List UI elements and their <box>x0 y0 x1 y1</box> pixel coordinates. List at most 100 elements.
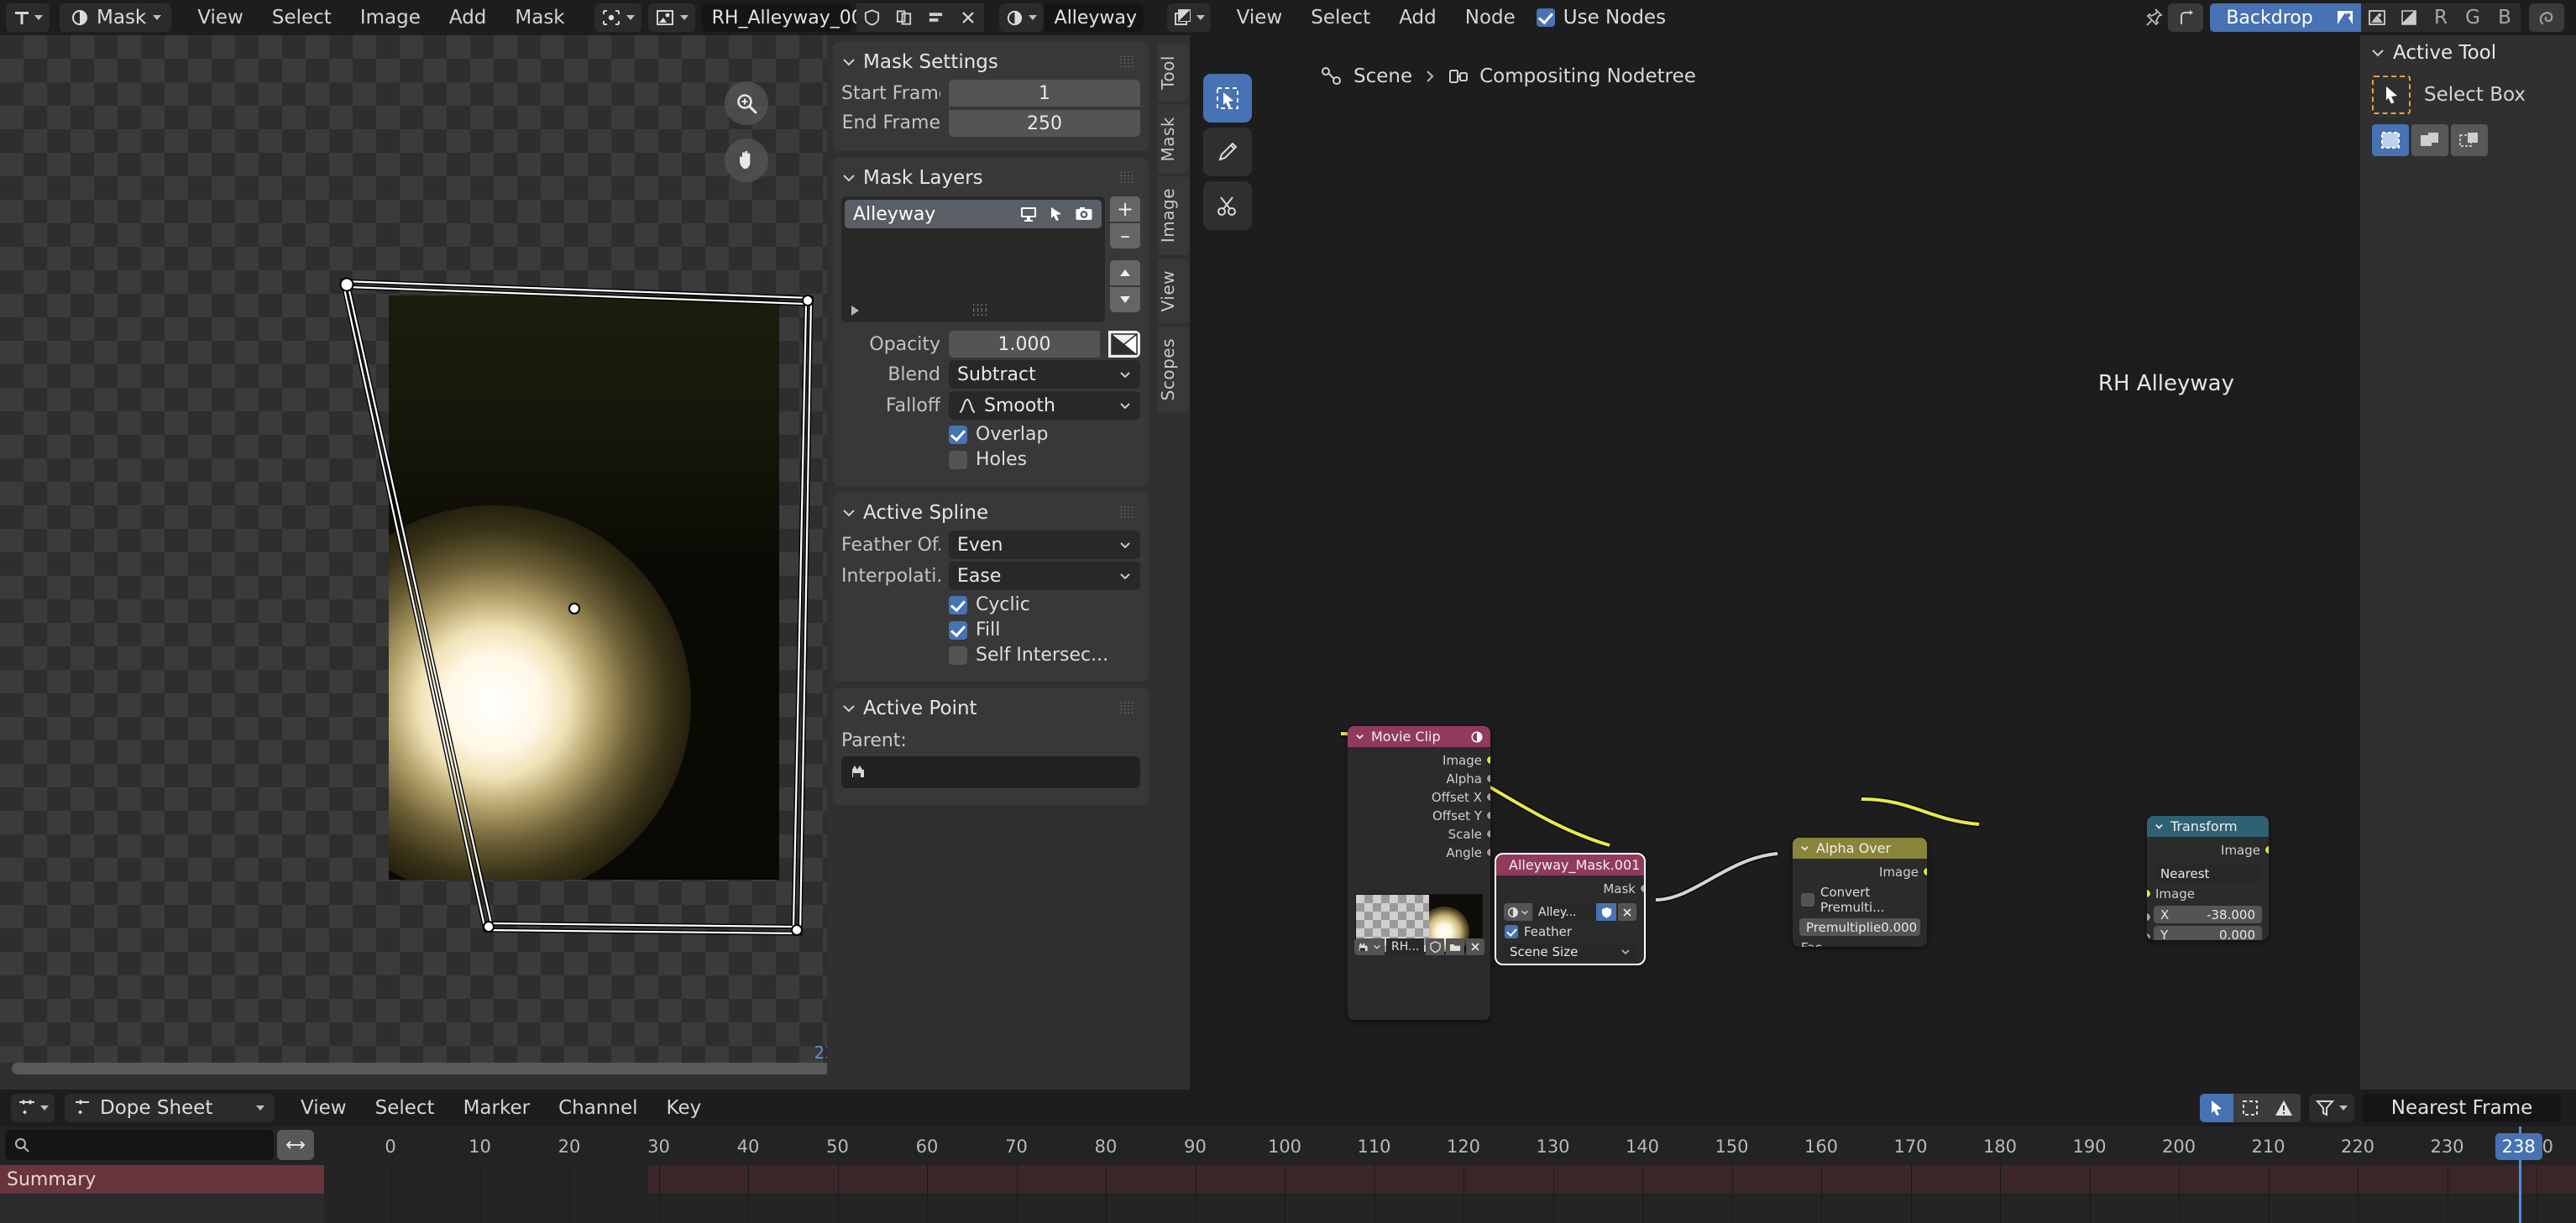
backdrop-color-alpha-button[interactable] <box>2329 3 2361 32</box>
animate-opacity-icon[interactable] <box>1108 331 1140 358</box>
socket-image-out[interactable]: Image <box>2147 841 2269 860</box>
close-icon[interactable] <box>1618 903 1636 921</box>
socket-scale-out[interactable]: Scale <box>1348 825 1490 844</box>
dope-menu-marker[interactable]: Marker <box>449 1090 545 1126</box>
select-extend-icon[interactable] <box>2411 124 2448 156</box>
channel-summary[interactable]: Summary <box>0 1165 324 1194</box>
node-movie-clip[interactable]: Movie Clip Image Alpha Offset X Offset Y… <box>1348 726 1490 1020</box>
opacity-field[interactable]: 1.000 <box>949 331 1100 358</box>
convert-premul-checkbox[interactable] <box>1801 893 1814 907</box>
backdrop-b-button[interactable]: B <box>2489 3 2521 32</box>
pan-gizmo[interactable] <box>725 139 768 182</box>
keyframe-grid[interactable] <box>324 1165 2576 1223</box>
overlap-checkbox[interactable] <box>949 425 967 444</box>
transform-y-row[interactable]: Y 0.000 <box>2147 926 2269 940</box>
timeline-ruler[interactable]: 0 10 20 30 40 50 60 70 80 90 100 110 120 130 140 150 160… <box>0 1126 2576 1165</box>
backdrop-g-button[interactable]: G <box>2457 3 2489 32</box>
fill-control[interactable]: Fill <box>841 619 1140 640</box>
socket-alpha-out[interactable]: Alpha <box>1348 770 1490 788</box>
tool-links-cut[interactable] <box>1203 181 1252 230</box>
list-item[interactable]: Alleyway <box>845 200 1102 228</box>
image-mask-editor[interactable]: 23 <box>0 35 827 1090</box>
parent-field[interactable] <box>841 756 1140 788</box>
snap-mode-field[interactable]: Nearest Frame <box>2363 1094 2561 1122</box>
feather-toggle[interactable]: Feather <box>1505 924 1636 939</box>
move-layer-down-button[interactable] <box>1110 287 1140 312</box>
select-set-icon[interactable] <box>2372 124 2409 156</box>
search-input[interactable] <box>5 1130 274 1160</box>
feather-checkbox[interactable] <box>1505 925 1518 938</box>
tab-tool[interactable]: Tool <box>1158 44 1190 102</box>
grip-dots[interactable]: ∷∷ ∷∷ <box>972 302 988 318</box>
mask-datablock-selector[interactable] <box>998 3 1043 32</box>
start-frame-field[interactable]: 1 <box>949 80 1140 107</box>
feather-offset-dropdown[interactable]: Even <box>949 530 1140 559</box>
mask-name[interactable]: Alley... <box>1534 903 1594 921</box>
panel-header-active-point[interactable]: Active Point ∷∷ ∷∷ <box>833 693 1149 724</box>
tool-annotate[interactable] <box>1203 128 1252 176</box>
unlink-icon[interactable] <box>920 3 952 32</box>
socket-offsetx-out[interactable]: Offset X <box>1348 788 1490 807</box>
cyclic-checkbox[interactable] <box>949 595 967 614</box>
convert-premul-toggle[interactable]: Convert Premulti... <box>1801 885 1919 915</box>
socket-image-out[interactable]: Image <box>1348 751 1490 770</box>
only-show-errors-icon[interactable] <box>2267 1094 2301 1122</box>
backdrop-button[interactable]: Backdrop <box>2210 3 2329 32</box>
tool-select-box[interactable] <box>1203 74 1252 123</box>
menu-mask[interactable]: Mask <box>500 0 579 35</box>
falloff-dropdown[interactable]: Smooth <box>949 391 1140 420</box>
horizontal-scrollbar[interactable] <box>0 1063 827 1074</box>
node-header[interactable]: Alleyway_Mask.001 <box>1496 855 1644 875</box>
backdrop-r-button[interactable]: R <box>2425 3 2457 32</box>
node-transform[interactable]: Transform Image Nearest Image X -38.000 Y… <box>2147 816 2269 940</box>
clip-icon[interactable] <box>1354 938 1385 955</box>
editor-type-selector-compositor[interactable] <box>1166 3 1211 32</box>
pin-icon[interactable] <box>2138 3 2168 32</box>
menu-image[interactable]: Image <box>346 0 435 35</box>
snap-node-icon[interactable] <box>2529 3 2564 32</box>
add-layer-button[interactable]: + <box>1110 196 1140 222</box>
use-nodes-toggle[interactable]: Use Nodes <box>1536 7 1666 29</box>
mask-name-field[interactable]: Alleyway <box>1044 3 1144 32</box>
mask-icon[interactable] <box>1504 903 1532 921</box>
socket-angle-out[interactable]: Angle <box>1348 844 1490 862</box>
dope-sheet-editor[interactable]: Dope Sheet View Select Marker Channel Ke… <box>0 1090 2576 1223</box>
cyclic-control[interactable]: Cyclic <box>841 594 1140 615</box>
dope-menu-channel[interactable]: Channel <box>544 1090 652 1126</box>
fake-user-icon[interactable] <box>1426 938 1445 955</box>
active-tool-card[interactable]: Select Box <box>2360 71 2576 119</box>
socket-image-in[interactable]: Image <box>2147 885 2269 903</box>
fake-user-icon[interactable] <box>856 3 888 32</box>
zoom-gizmo[interactable] <box>725 81 768 125</box>
breadcrumb-nodetree[interactable]: Compositing Nodetree <box>1479 65 1696 87</box>
use-nodes-checkbox[interactable] <box>1536 8 1555 27</box>
size-source-dropdown[interactable]: Scene Size <box>1503 943 1637 960</box>
restrict-render-icon[interactable] <box>1075 206 1093 222</box>
filter-dropdown[interactable] <box>2309 1094 2354 1122</box>
clip-name[interactable]: RH... <box>1386 938 1425 955</box>
snap-dropdown[interactable] <box>647 3 695 32</box>
mask-mode-selector[interactable]: Mask <box>60 3 172 32</box>
panel-header-active-spline[interactable]: Active Spline ∷∷ ∷∷ <box>833 498 1149 528</box>
flip-icon[interactable] <box>277 1130 314 1160</box>
panel-header-mask-settings[interactable]: Mask Settings ∷∷ ∷∷ <box>833 47 1149 77</box>
holes-checkbox[interactable] <box>949 450 967 469</box>
cursor-icon[interactable] <box>2200 1094 2233 1122</box>
close-icon[interactable] <box>1466 938 1485 955</box>
overlap-control[interactable]: Overlap <box>841 424 1140 445</box>
blend-dropdown[interactable]: Subtract <box>949 360 1140 389</box>
node-menu-node[interactable]: Node <box>1451 0 1530 35</box>
backdrop-alpha-button[interactable] <box>2393 3 2425 32</box>
editor-type-selector-image[interactable] <box>6 3 50 32</box>
node-menu-view[interactable]: View <box>1223 0 1297 35</box>
restrict-select-icon[interactable] <box>1048 206 1065 222</box>
menu-select[interactable]: Select <box>258 0 346 35</box>
dope-sheet-mode-dropdown[interactable]: Dope Sheet <box>65 1094 275 1122</box>
open-icon[interactable] <box>1446 938 1465 955</box>
menu-add[interactable]: Add <box>435 0 501 35</box>
socket-offsety-out[interactable]: Offset Y <box>1348 807 1490 825</box>
socket-image-out[interactable]: Image <box>1793 863 1927 881</box>
move-layer-up-button[interactable] <box>1110 260 1140 285</box>
triangle-right-icon[interactable] <box>848 304 863 317</box>
socket-mask-out[interactable]: Mask <box>1496 880 1644 898</box>
